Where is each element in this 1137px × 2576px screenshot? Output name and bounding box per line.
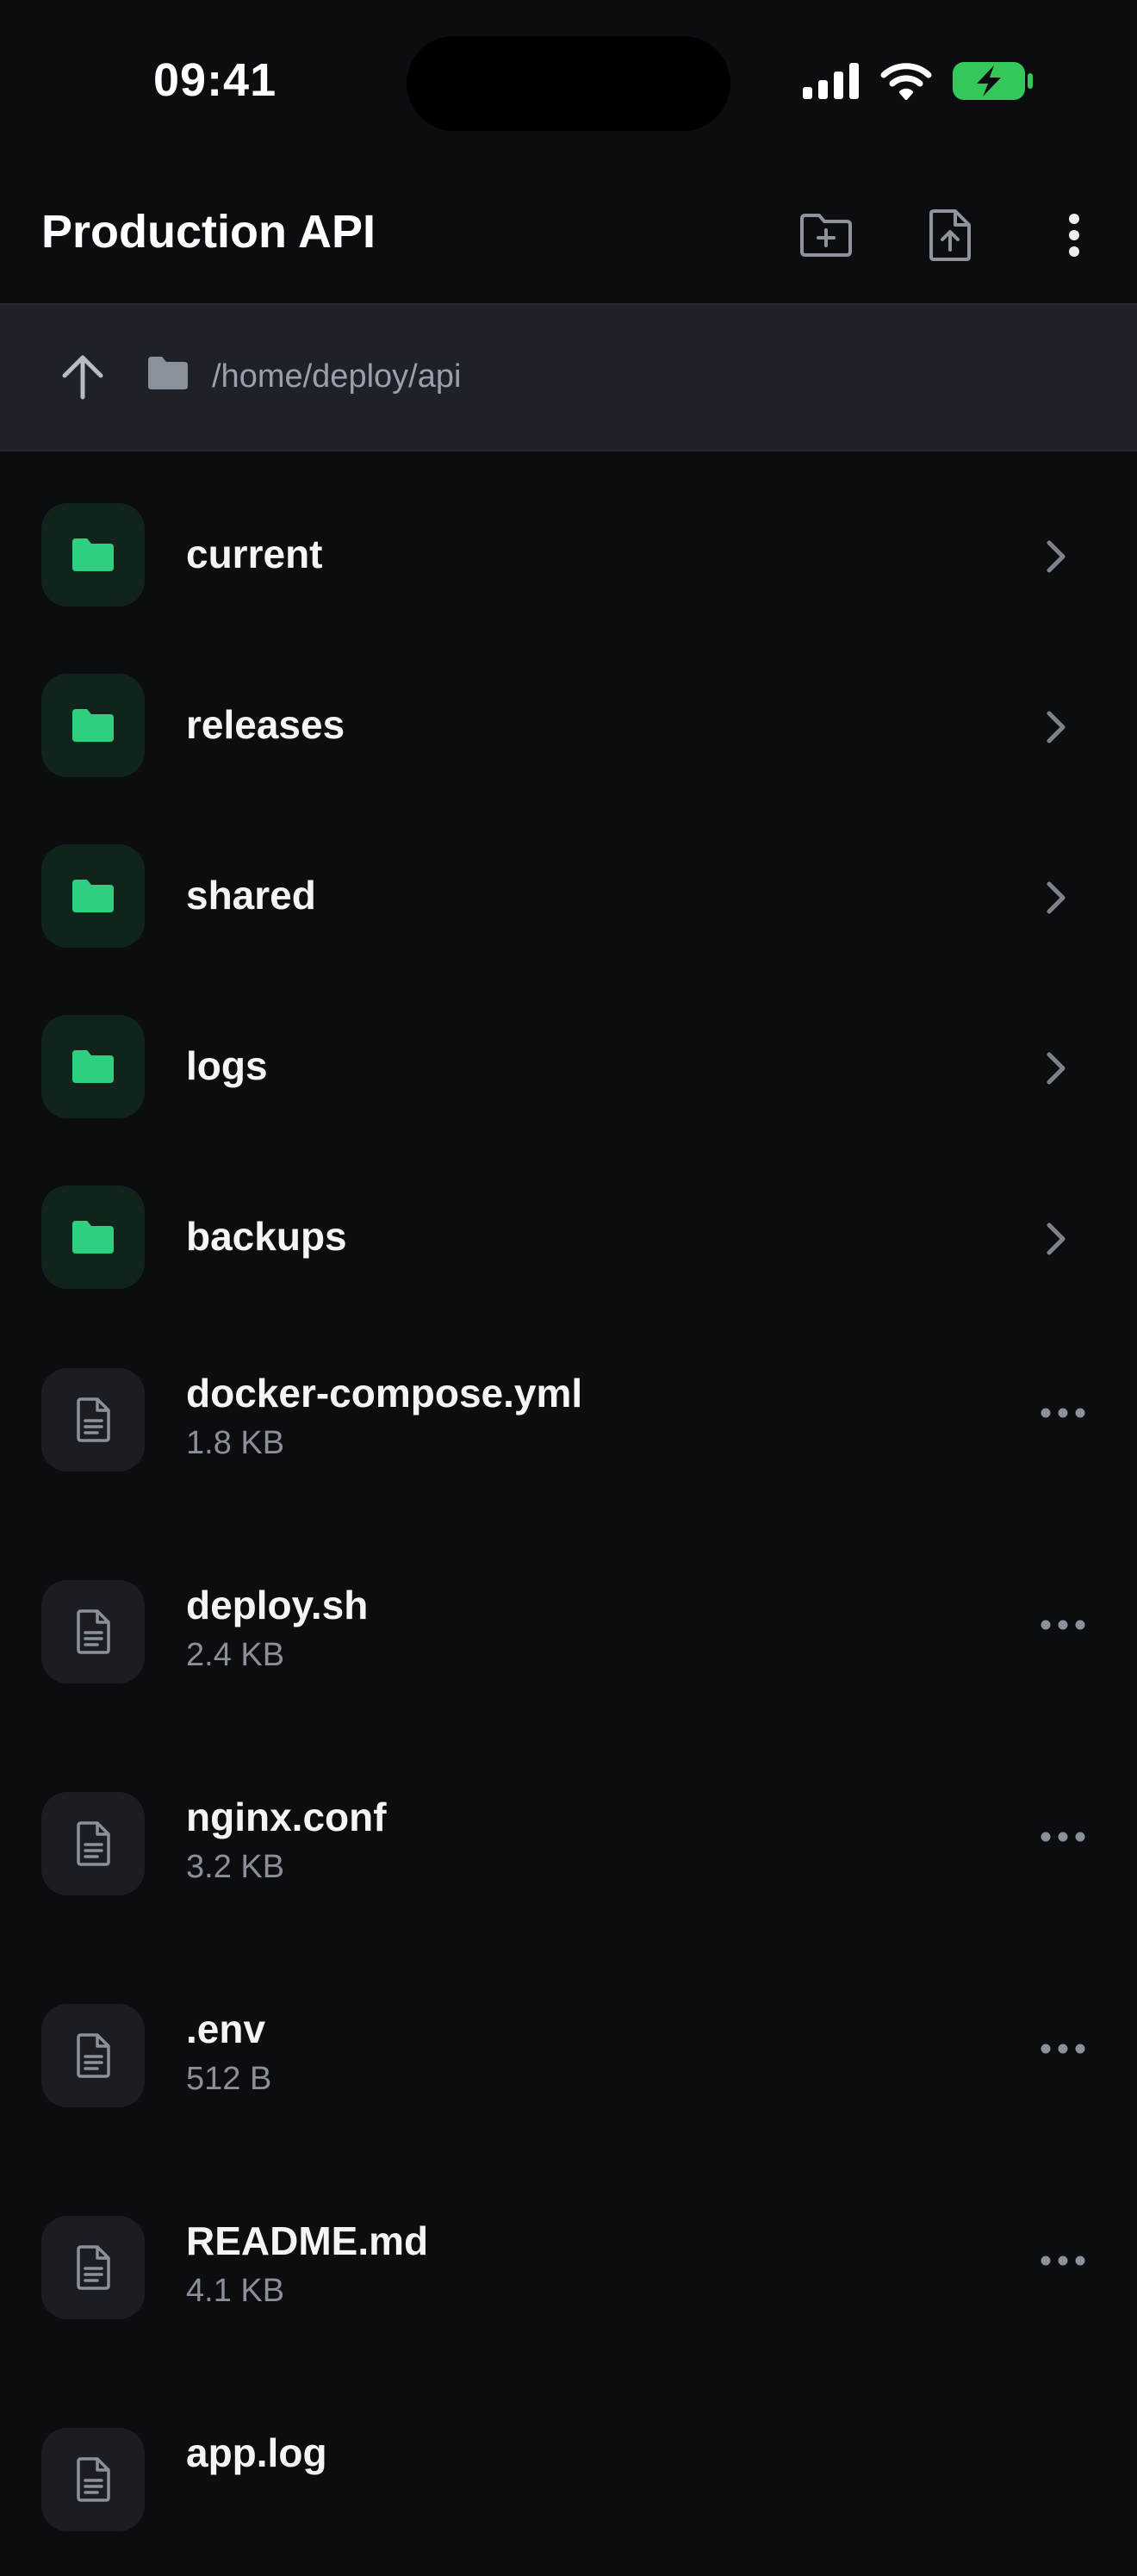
- item-actions-button[interactable]: [1037, 1608, 1089, 1642]
- more-horizontal-icon: [1041, 2044, 1085, 2054]
- folder-icon-tile: [41, 674, 145, 777]
- battery-charging-icon: [953, 62, 1033, 100]
- file-icon: [77, 2033, 110, 2078]
- item-name: docker-compose.yml: [186, 1371, 583, 1416]
- item-size: 4.1 KB: [186, 2273, 285, 2309]
- item-name: .env: [186, 2007, 266, 2051]
- file-icon: [77, 2457, 110, 2502]
- file-icon: [77, 1821, 110, 1866]
- item-name: shared: [186, 873, 316, 918]
- file-list: current releases shared logs backups doc…: [0, 451, 1137, 2576]
- parent-directory-button[interactable]: [50, 345, 115, 410]
- more-horizontal-icon: [1041, 1832, 1085, 1842]
- file-icon-tile: [41, 1368, 145, 1472]
- item-size: 3.2 KB: [186, 1849, 285, 1885]
- chevron-right-icon: [1039, 877, 1073, 918]
- more-options-button[interactable]: [1039, 200, 1109, 271]
- new-folder-button[interactable]: [791, 200, 861, 271]
- item-size: 512 B: [186, 2061, 272, 2097]
- folder-icon: [72, 1221, 114, 1254]
- item-name: deploy.sh: [186, 1583, 369, 1627]
- more-horizontal-icon: [1041, 1408, 1085, 1418]
- folder-icon: [72, 709, 114, 742]
- chevron-right-icon: [1039, 1048, 1073, 1089]
- more-horizontal-icon: [1041, 2256, 1085, 2266]
- file-icon-tile: [41, 1792, 145, 1895]
- folder-icon-tile: [41, 844, 145, 948]
- status-time: 09:41: [153, 54, 277, 106]
- list-item-folder[interactable]: logs: [0, 963, 1137, 1134]
- item-name: releases: [186, 702, 345, 747]
- item-actions-button[interactable]: [1037, 2032, 1089, 2066]
- item-size: 2.4 KB: [186, 1637, 285, 1673]
- signal-icon: [803, 63, 859, 99]
- item-actions-button[interactable]: [1037, 2243, 1089, 2278]
- folder-icon-tile: [41, 503, 145, 607]
- status-bar: 09:41: [0, 0, 1137, 164]
- folder-icon: [72, 1050, 114, 1083]
- item-name: logs: [186, 1043, 268, 1088]
- list-item-file[interactable]: README.md 4.1 KB: [0, 2152, 1137, 2364]
- list-item-folder[interactable]: backups: [0, 1134, 1137, 1304]
- list-item-folder[interactable]: releases: [0, 622, 1137, 793]
- list-item-folder[interactable]: shared: [0, 793, 1137, 963]
- list-item-file[interactable]: docker-compose.yml 1.8 KB: [0, 1304, 1137, 1516]
- chevron-right-icon: [1039, 706, 1073, 748]
- file-icon-tile: [41, 2428, 145, 2531]
- folder-icon-tile: [41, 1185, 145, 1289]
- file-icon-tile: [41, 1580, 145, 1683]
- list-item-folder[interactable]: current: [0, 451, 1137, 622]
- path-bar: /home/deploy/api: [0, 303, 1137, 451]
- more-horizontal-icon: [1041, 1620, 1085, 1630]
- file-icon: [77, 2245, 110, 2290]
- item-actions-button[interactable]: [1037, 1820, 1089, 1854]
- list-item-file[interactable]: .env 512 B: [0, 1940, 1137, 2152]
- item-name: current: [186, 532, 323, 576]
- page-title: Production API: [41, 206, 376, 258]
- item-size: 1.8 KB: [186, 1425, 285, 1461]
- chevron-right-icon: [1039, 536, 1073, 577]
- chevron-right-icon: [1039, 1218, 1073, 1260]
- folder-icon: [72, 880, 114, 912]
- app-header: Production API: [0, 164, 1137, 303]
- file-icon-tile: [41, 2216, 145, 2319]
- more-vertical-icon: [1069, 214, 1079, 257]
- list-item-file[interactable]: nginx.conf 3.2 KB: [0, 1728, 1137, 1940]
- arrow-up-icon: [62, 355, 103, 400]
- list-item-file[interactable]: app.log: [0, 2364, 1137, 2576]
- upload-file-button[interactable]: [915, 200, 985, 271]
- new-folder-icon: [800, 214, 852, 257]
- file-icon-tile: [41, 2004, 145, 2107]
- file-icon: [77, 1609, 110, 1654]
- folder-icon: [72, 538, 114, 571]
- list-item-file[interactable]: deploy.sh 2.4 KB: [0, 1516, 1137, 1728]
- item-name: backups: [186, 1214, 347, 1259]
- dynamic-island: [407, 36, 730, 131]
- item-name: nginx.conf: [186, 1795, 387, 1839]
- item-name: app.log: [186, 2430, 327, 2475]
- file-icon: [77, 1397, 110, 1442]
- item-name: README.md: [186, 2218, 429, 2263]
- current-path: /home/deploy/api: [212, 358, 462, 395]
- item-actions-button[interactable]: [1037, 1396, 1089, 1430]
- status-icons: [803, 60, 1034, 102]
- folder-icon-tile: [41, 1015, 145, 1118]
- wifi-icon: [880, 63, 932, 100]
- upload-file-icon: [929, 209, 971, 261]
- folder-icon: [148, 357, 188, 389]
